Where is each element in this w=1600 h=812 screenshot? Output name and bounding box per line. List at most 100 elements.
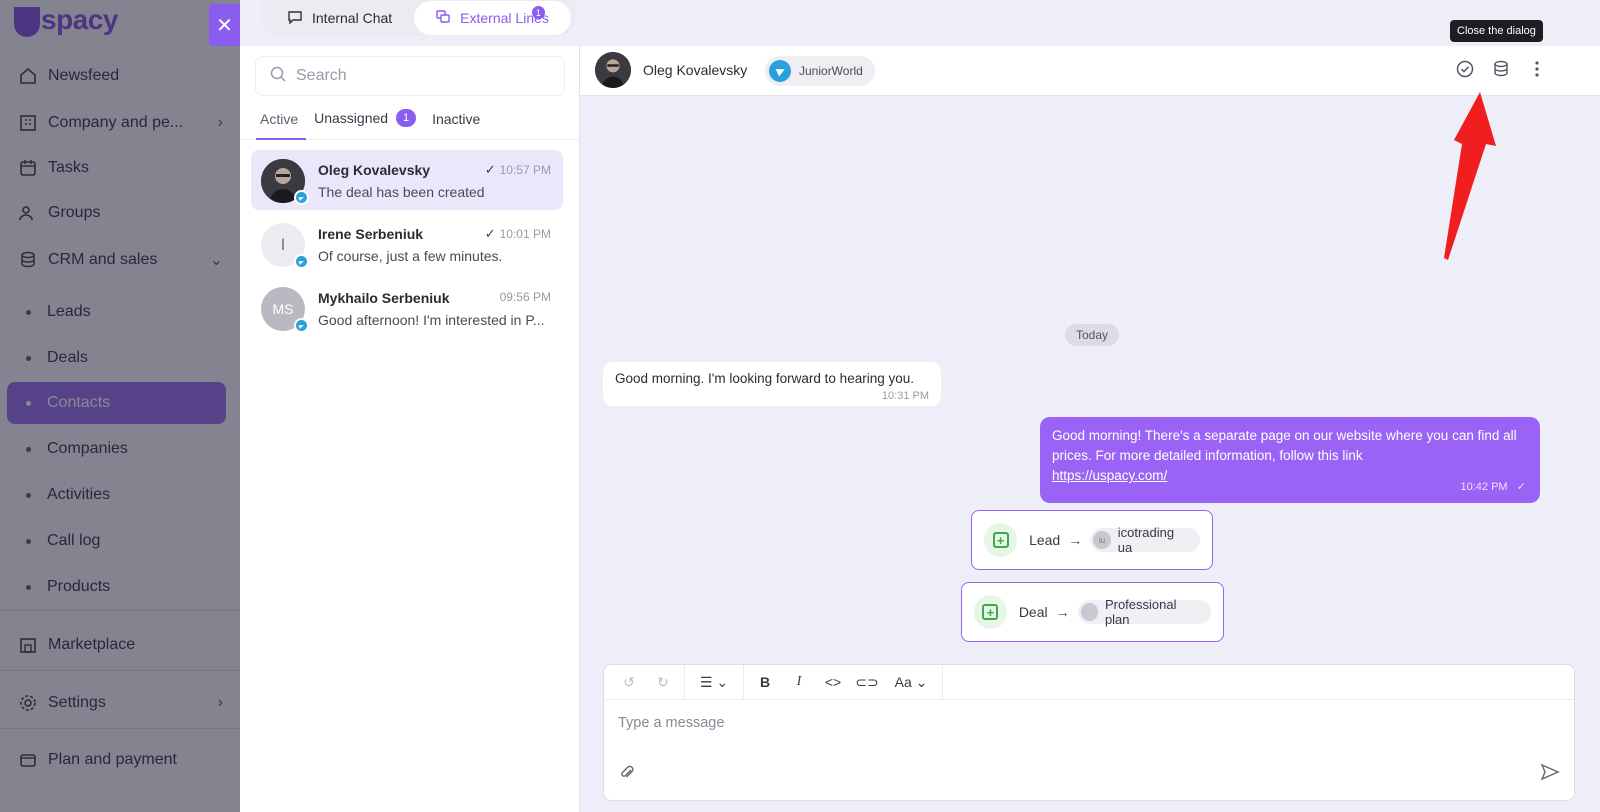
- incoming-message: Good morning. I'm looking forward to hea…: [603, 362, 941, 406]
- store-icon: [18, 635, 38, 655]
- telegram-icon: [294, 190, 309, 205]
- sidebar-item-tasks[interactable]: Tasks: [18, 158, 223, 178]
- conversation-filter-tabs: Active Unassigned 1 Inactive: [240, 102, 580, 140]
- wallet-icon: [18, 750, 38, 770]
- more-options-button[interactable]: [1526, 60, 1548, 82]
- arrow-right-icon: →: [1068, 532, 1083, 548]
- app-sidebar: spacy Newsfeed Company and pe... › Tasks…: [0, 0, 240, 812]
- annotation-arrow: [1440, 88, 1510, 273]
- tab-unassigned[interactable]: Unassigned 1: [306, 109, 424, 139]
- message-link[interactable]: https://uspacy.com/: [1052, 468, 1167, 483]
- sidebar-sub-companies[interactable]: Companies: [26, 440, 128, 458]
- outgoing-message: Good morning! There's a separate page on…: [1040, 417, 1540, 503]
- chevron-right-icon: ›: [217, 694, 223, 711]
- avatar[interactable]: [595, 52, 631, 88]
- tab-active[interactable]: Active: [252, 111, 307, 140]
- crm-event-lead[interactable]: + Lead → iu icotrading ua: [971, 510, 1213, 570]
- sidebar-item-marketplace[interactable]: Marketplace: [18, 635, 223, 655]
- bold-button[interactable]: B: [748, 668, 782, 696]
- home-icon: [18, 66, 38, 86]
- unassigned-count-badge: 1: [396, 109, 417, 127]
- code-button[interactable]: <>: [816, 668, 850, 696]
- entity-chip[interactable]: Professional plan: [1077, 597, 1211, 627]
- tab-internal-chat[interactable]: Internal Chat: [266, 1, 414, 35]
- search-input[interactable]: [296, 67, 536, 85]
- conversation-item[interactable]: I Irene Serbeniuk ✓ 10:01 PM Of course, j…: [251, 214, 563, 274]
- entity-chip[interactable]: iu icotrading ua: [1090, 525, 1200, 555]
- sidebar-item-company[interactable]: Company and pe... ›: [18, 113, 223, 133]
- toolbar-divider: [743, 664, 744, 700]
- align-dropdown[interactable]: ☰ ⌄: [689, 668, 739, 696]
- sidebar-sub-products[interactable]: Products: [26, 578, 110, 596]
- chat-bubble-icon: [288, 10, 302, 27]
- sidebar-divider: [0, 728, 240, 729]
- read-check-icon: ✓: [484, 226, 496, 241]
- calendar-icon: [18, 158, 38, 178]
- top-tabs: Internal Chat External Lines 1: [262, 0, 575, 36]
- formatting-toolbar: ↺ ↻ ☰ ⌄ B I <> ⊂⊃ Aa ⌄: [604, 664, 1574, 700]
- sidebar-sub-activities[interactable]: Activities: [26, 486, 110, 504]
- paperclip-icon: [618, 765, 636, 785]
- sidebar-item-plan-payment[interactable]: Plan and payment: [18, 750, 223, 770]
- users-icon: [18, 203, 38, 223]
- redo-icon: ↻: [657, 673, 669, 690]
- sidebar-divider: [0, 670, 240, 671]
- sidebar-sub-leads[interactable]: Leads: [26, 303, 91, 321]
- arrow-right-icon: →: [1055, 604, 1070, 620]
- sidebar-sub-call-log[interactable]: Call log: [26, 532, 100, 550]
- send-icon: [1540, 763, 1560, 785]
- close-dialog-button[interactable]: [1454, 60, 1476, 82]
- crm-event-deal[interactable]: + Deal → Professional plan: [961, 582, 1224, 642]
- sidebar-divider: [0, 610, 240, 611]
- contact-name[interactable]: Oleg Kovalevsky: [643, 62, 747, 78]
- building-icon: [18, 113, 38, 133]
- chevron-down-icon: ⌄: [915, 673, 928, 690]
- more-vertical-icon: [1535, 60, 1539, 82]
- link-icon: ⊂⊃: [855, 673, 879, 690]
- bold-icon: B: [759, 674, 771, 690]
- conversation-item[interactable]: MS Mykhailo Serbeniuk 09:56 PM Good afte…: [251, 278, 563, 338]
- chevron-right-icon: ›: [217, 114, 223, 131]
- channel-chip[interactable]: JuniorWorld: [765, 56, 875, 86]
- sidebar-item-newsfeed[interactable]: Newsfeed: [18, 66, 223, 86]
- chat-panel: Internal Chat External Lines 1 Active Un…: [240, 0, 1600, 812]
- chevron-down-icon: ⌄: [209, 252, 223, 269]
- sidebar-item-crm[interactable]: CRM and sales ⌄: [18, 250, 223, 270]
- undo-button[interactable]: ↺: [612, 668, 646, 696]
- external-lines-badge: 1: [531, 6, 545, 19]
- tab-inactive[interactable]: Inactive: [424, 111, 488, 139]
- font-size-dropdown[interactable]: Aa ⌄: [884, 668, 938, 696]
- sidebar-item-groups[interactable]: Groups: [18, 203, 223, 223]
- sidebar-sub-contacts[interactable]: Contacts: [7, 382, 226, 424]
- undo-icon: ↺: [623, 673, 635, 690]
- avatar: MS: [261, 287, 309, 333]
- sidebar-item-settings[interactable]: Settings ›: [18, 693, 223, 713]
- link-button[interactable]: ⊂⊃: [850, 668, 884, 696]
- message-composer: ↺ ↻ ☰ ⌄ B I <> ⊂⊃ Aa ⌄: [603, 664, 1575, 801]
- chevron-down-icon: ⌄: [716, 673, 729, 690]
- conversation-list-panel: Active Unassigned1 Inactive Oleg Kovalev…: [240, 46, 580, 812]
- toolbar-divider: [942, 664, 943, 700]
- italic-button[interactable]: I: [782, 668, 816, 696]
- sidebar-sub-deals[interactable]: Deals: [26, 349, 88, 367]
- avatar: [261, 159, 309, 205]
- database-icon: [18, 250, 38, 270]
- message-input[interactable]: [618, 715, 1518, 755]
- toolbar-divider: [684, 664, 685, 700]
- send-button[interactable]: [1540, 763, 1560, 786]
- read-check-icon: ✓: [484, 162, 496, 177]
- align-left-icon: ☰: [699, 673, 713, 690]
- search-icon: [270, 66, 286, 87]
- add-square-icon: +: [974, 595, 1007, 629]
- chat-external-icon: [436, 9, 450, 27]
- conversation-item[interactable]: Oleg Kovalevsky ✓ 10:57 PM The deal has b…: [251, 150, 563, 210]
- tab-external-lines[interactable]: External Lines 1: [414, 1, 571, 35]
- deal-icon: [1080, 603, 1098, 621]
- telegram-icon: [294, 318, 309, 333]
- attach-button[interactable]: [618, 763, 636, 786]
- uspacy-logo[interactable]: spacy: [14, 4, 118, 37]
- redo-button[interactable]: ↻: [646, 668, 680, 696]
- crm-button[interactable]: [1490, 60, 1512, 82]
- tooltip: Close the dialog: [1450, 20, 1543, 42]
- close-panel-button[interactable]: ✕: [209, 4, 240, 46]
